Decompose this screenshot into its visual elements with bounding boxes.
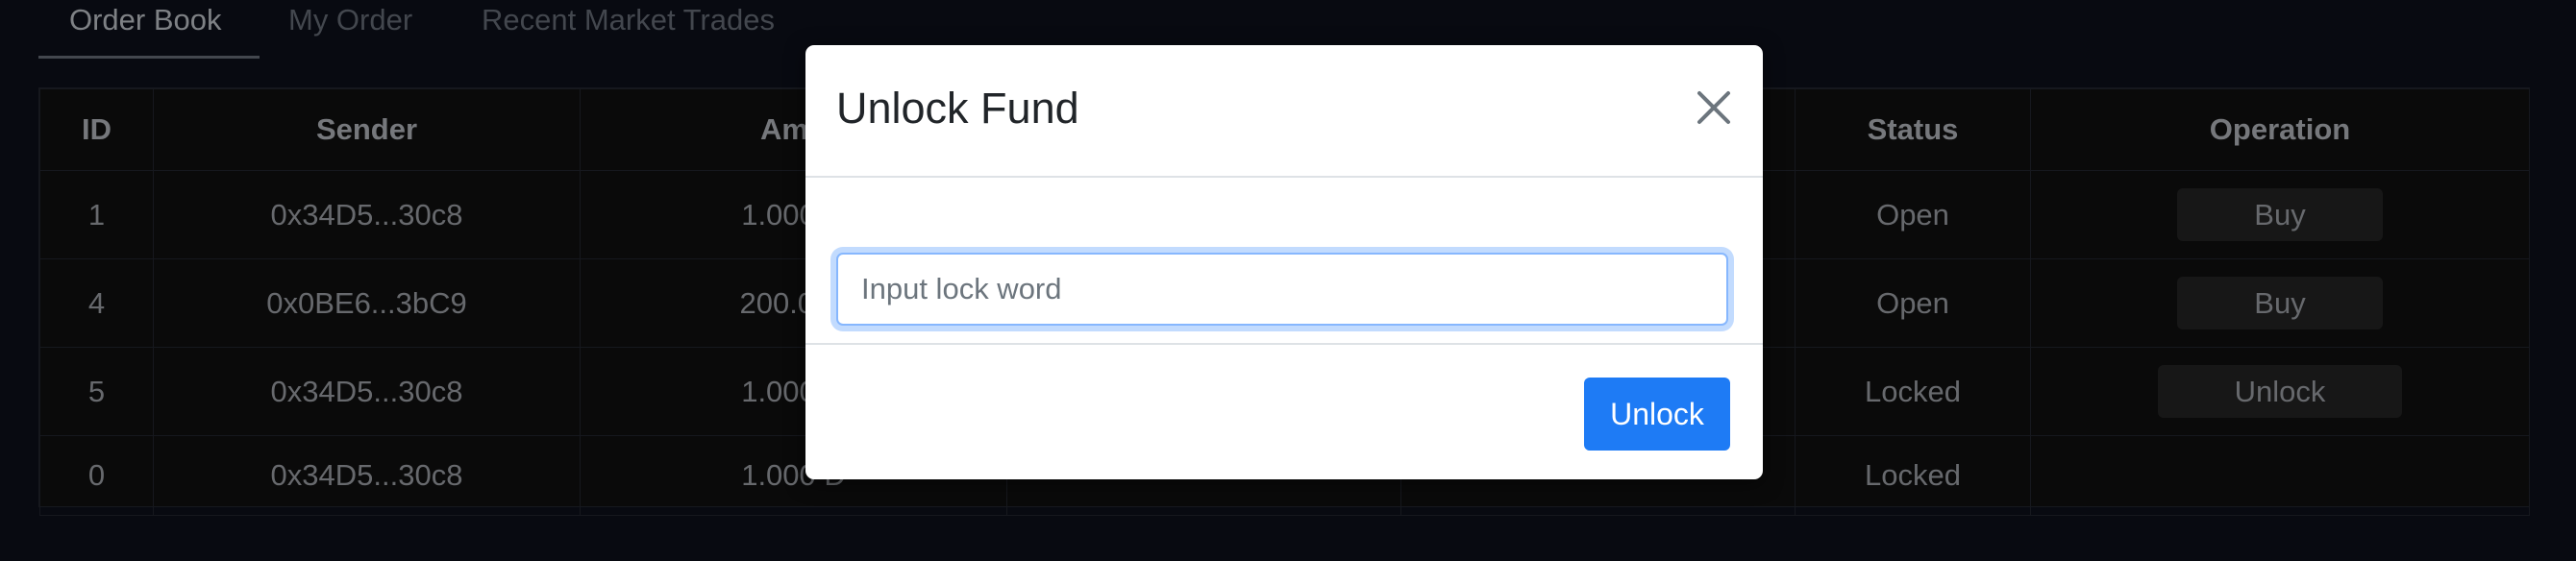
lock-word-input[interactable] xyxy=(836,253,1728,326)
unlock-submit-button[interactable]: Unlock xyxy=(1584,378,1730,451)
modal-title: Unlock Fund xyxy=(836,84,1079,133)
modal-header: Unlock Fund xyxy=(805,45,1763,178)
close-icon xyxy=(1697,91,1730,124)
modal-footer: Unlock xyxy=(805,343,1763,481)
close-button[interactable] xyxy=(1690,84,1738,132)
unlock-fund-dialog: Unlock Fund Unlock xyxy=(805,45,1763,479)
